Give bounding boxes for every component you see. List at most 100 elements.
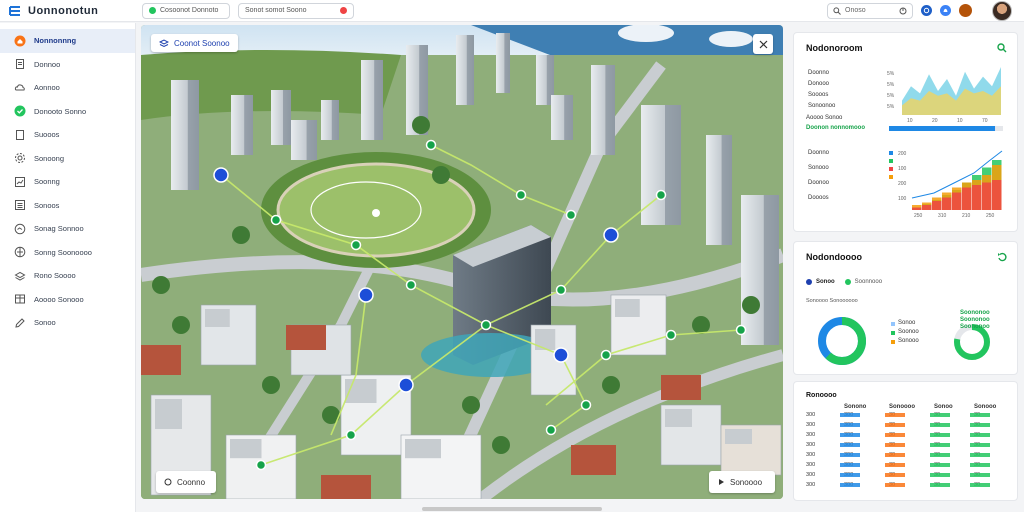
status-dot-icon [149, 7, 156, 14]
sidebar-item-12[interactable]: Sonoo [0, 311, 135, 335]
city-map-canvas [141, 25, 783, 499]
help-icon[interactable] [921, 5, 932, 16]
sidebar-item-10[interactable]: Rono Soooo [0, 264, 135, 288]
sidebar-item-label: Rono Soooo [34, 271, 76, 281]
filter-pill-2[interactable]: Sonot somot Soono [238, 2, 354, 19]
sidebar-item-11[interactable]: Aoooo Sonooo [0, 288, 135, 312]
sidebar-item-label: Sonng Soonoooo [34, 247, 92, 257]
cell-bar [930, 433, 950, 437]
map-layer-badge[interactable]: Coonot Soonoo [151, 34, 238, 52]
search-input[interactable]: Onoso [827, 2, 913, 19]
sidebar-item-6[interactable]: Soonng [0, 170, 135, 194]
network-node[interactable] [603, 227, 619, 243]
user-menu-icon[interactable] [959, 4, 972, 17]
table-header: Sonoo [934, 404, 953, 410]
tree [172, 316, 190, 334]
table-header: Sonooo [974, 404, 997, 410]
network-node[interactable] [358, 287, 374, 303]
network-node[interactable] [553, 347, 569, 363]
legend-label: Soononoo [960, 317, 990, 323]
map-footer-left[interactable]: Coonno [156, 471, 216, 493]
network-node[interactable] [350, 239, 362, 251]
tree [462, 396, 480, 414]
map-layer-badge-label: Coonot Soonoo [174, 38, 230, 48]
bar [912, 207, 922, 210]
cell-bar [970, 463, 990, 467]
network-node[interactable] [213, 167, 229, 183]
city-map[interactable]: Coonot Soonoo Coonno Sonoooo [141, 25, 783, 499]
building [321, 100, 339, 140]
network-node[interactable] [515, 189, 527, 201]
horizontal-scrollbar[interactable] [422, 507, 602, 511]
tree [692, 316, 710, 334]
sidebar-item-8[interactable]: Sonag Sonnoo [0, 217, 135, 241]
bar [942, 197, 952, 210]
network-node[interactable] [565, 209, 577, 221]
map-footer-right[interactable]: Sonoooo [709, 471, 775, 493]
tree [152, 276, 170, 294]
sidebar-item-label: Donnoo [34, 59, 61, 69]
sidebar-item-9[interactable]: Sonng Soonoooo [0, 241, 135, 265]
network-node[interactable] [270, 214, 282, 226]
filter-pill-1[interactable]: Cosoonot Donnoto [142, 2, 230, 19]
network-node[interactable] [405, 279, 417, 291]
cell-bar [840, 433, 860, 437]
x-tick-label: 10 [957, 118, 963, 124]
sidebar-item-3[interactable]: Donooto Sonno [0, 100, 135, 124]
table-header: Sonoooo [889, 404, 915, 410]
network-node[interactable] [345, 429, 357, 441]
edit-icon [14, 317, 26, 329]
cell-bar [885, 463, 905, 467]
network-node[interactable] [665, 329, 677, 341]
cell-bar [840, 443, 860, 447]
sidebar-item-label: Soonng [34, 177, 60, 187]
y-tick-label: 5% [887, 104, 895, 110]
cell-bar [840, 413, 860, 417]
network-node[interactable] [480, 319, 492, 331]
sidebar-item-1[interactable]: Donnoo [0, 53, 135, 77]
network-node[interactable] [655, 189, 667, 201]
x-tick-label: 250 [914, 213, 923, 219]
search-icon [833, 6, 841, 15]
donut-charts [818, 317, 990, 365]
cell-bar [930, 443, 950, 447]
tree [432, 166, 450, 184]
notification-icon[interactable] [940, 5, 951, 16]
sidebar-item-7[interactable]: Sonoos [0, 194, 135, 218]
sidebar-item-4[interactable]: Suooos [0, 123, 135, 147]
expand-map-button[interactable] [753, 34, 773, 54]
sidebar-item-0[interactable]: Nonnonnng [0, 29, 135, 53]
bar [972, 185, 982, 210]
avatar[interactable] [992, 0, 1012, 21]
network-node[interactable] [600, 349, 612, 361]
tree [602, 376, 620, 394]
building [231, 95, 253, 155]
table-cell: 300 [806, 462, 816, 468]
list-icon [14, 199, 26, 211]
location-icon [164, 478, 172, 486]
cell-bar [885, 453, 905, 457]
sidebar-item-2[interactable]: Aonnoo [0, 76, 135, 100]
sidebar: Nonnonnng Donnoo Aonnoo Donooto Sonno Suooos… [0, 23, 136, 512]
app-logo[interactable]: Uonnonotun [0, 4, 138, 18]
network-node[interactable] [425, 139, 437, 151]
network-node[interactable] [545, 424, 557, 436]
cell-bar [885, 443, 905, 447]
building [720, 424, 782, 476]
network-node[interactable] [735, 324, 747, 336]
sidebar-item-5[interactable]: Sonoong [0, 147, 135, 171]
cell-bar [840, 463, 860, 467]
cell-bar [930, 463, 950, 467]
x-tick-label: 10 [907, 118, 913, 124]
table-cell: 300 [806, 482, 816, 488]
network-node[interactable] [398, 377, 414, 393]
filter-pill-2-label: Sonot somot Soono [245, 7, 307, 14]
y-tick-label: 100 [898, 196, 907, 202]
bar [992, 180, 1002, 210]
network-node[interactable] [555, 284, 567, 296]
network-node[interactable] [580, 399, 592, 411]
roof [661, 375, 701, 400]
location-pin-icon [340, 7, 347, 14]
network-node[interactable] [255, 459, 267, 471]
building [591, 65, 615, 155]
